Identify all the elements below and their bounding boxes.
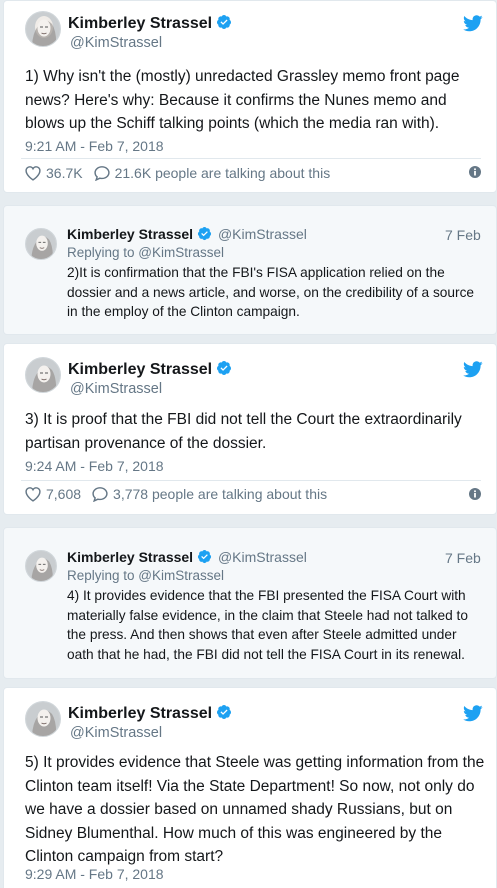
author-name[interactable]: Kimberley Strassel: [68, 704, 232, 723]
verified-badge-icon: [198, 549, 212, 564]
replying-to[interactable]: Replying to @KimStrassel: [67, 568, 224, 583]
info-icon[interactable]: [469, 166, 481, 178]
tweet-card-3: Kimberley Strassel @KimStrassel 5) It pr…: [3, 687, 497, 888]
tweet-timestamp[interactable]: 9:24 AM - Feb 7, 2018: [25, 458, 164, 474]
verified-badge-icon: [217, 705, 232, 719]
tweet-timestamp[interactable]: 9:29 AM - Feb 7, 2018: [25, 866, 164, 882]
author-name[interactable]: Kimberley Strassel: [68, 360, 232, 379]
heart-icon[interactable]: [24, 486, 42, 502]
tweet-card-2: Kimberley Strassel @KimStrassel 3) It is…: [3, 343, 497, 515]
avatar[interactable]: [25, 228, 57, 260]
tweet-timestamp[interactable]: 9:21 AM - Feb 7, 2018: [25, 138, 164, 154]
author-handle[interactable]: @KimStrassel: [70, 35, 162, 51]
verified-badge-icon: [198, 226, 212, 241]
like-count[interactable]: 36.7K: [46, 165, 83, 181]
comment-bubble-icon[interactable]: [91, 486, 109, 502]
replying-to[interactable]: Replying to @KimStrassel: [67, 245, 224, 260]
heart-icon[interactable]: [24, 165, 42, 181]
avatar[interactable]: [25, 701, 61, 737]
author-name[interactable]: Kimberley Strassel @KimStrassel: [67, 549, 307, 565]
tweet-actions: 7,608 3,778 people are talking about thi…: [24, 486, 327, 502]
avatar[interactable]: [25, 11, 61, 47]
tweet-text: 1) Why isn't the (mostly) unredacted Gra…: [25, 68, 460, 132]
talking-count[interactable]: 21.6K people are talking about this: [115, 165, 331, 181]
talking-count[interactable]: 3,778 people are talking about this: [113, 486, 327, 502]
reply-date[interactable]: 7 Feb: [445, 227, 481, 243]
twitter-bird-icon[interactable]: [463, 361, 483, 378]
twitter-bird-icon[interactable]: [463, 705, 483, 722]
info-icon[interactable]: [469, 488, 481, 500]
author-handle[interactable]: @KimStrassel: [70, 725, 162, 741]
like-count[interactable]: 7,608: [46, 486, 81, 502]
comment-bubble-icon[interactable]: [93, 165, 111, 181]
author-handle[interactable]: @KimStrassel: [218, 226, 307, 242]
divider: [21, 158, 481, 159]
tweet-card-1: Kimberley Strassel @KimStrassel 1) Why i…: [3, 0, 497, 193]
avatar[interactable]: [25, 550, 57, 582]
author-name[interactable]: Kimberley Strassel @KimStrassel: [67, 226, 307, 242]
reply-card-2: Kimberley Strassel @KimStrassel 7 Feb Re…: [3, 527, 497, 679]
tweet-actions: 36.7K 21.6K people are talking about thi…: [24, 165, 330, 181]
author-handle[interactable]: @KimStrassel: [70, 381, 162, 397]
tweet-text: 5) It provides evidence that Steele was …: [25, 754, 485, 865]
tweet-text: 3) It is proof that the FBI did not tell…: [25, 411, 462, 452]
divider: [21, 480, 481, 481]
reply-text: 4) It provides evidence that the FBI pre…: [67, 588, 468, 662]
verified-badge-icon: [217, 361, 232, 375]
author-handle[interactable]: @KimStrassel: [218, 549, 307, 565]
reply-text: 2)It is confirmation that the FBI's FISA…: [67, 265, 475, 319]
verified-badge-icon: [217, 15, 232, 29]
author-name[interactable]: Kimberley Strassel: [68, 14, 232, 33]
avatar[interactable]: [25, 357, 61, 393]
reply-date[interactable]: 7 Feb: [445, 550, 481, 566]
twitter-bird-icon[interactable]: [463, 15, 483, 32]
reply-card-1: Kimberley Strassel @KimStrassel 7 Feb Re…: [3, 205, 497, 335]
